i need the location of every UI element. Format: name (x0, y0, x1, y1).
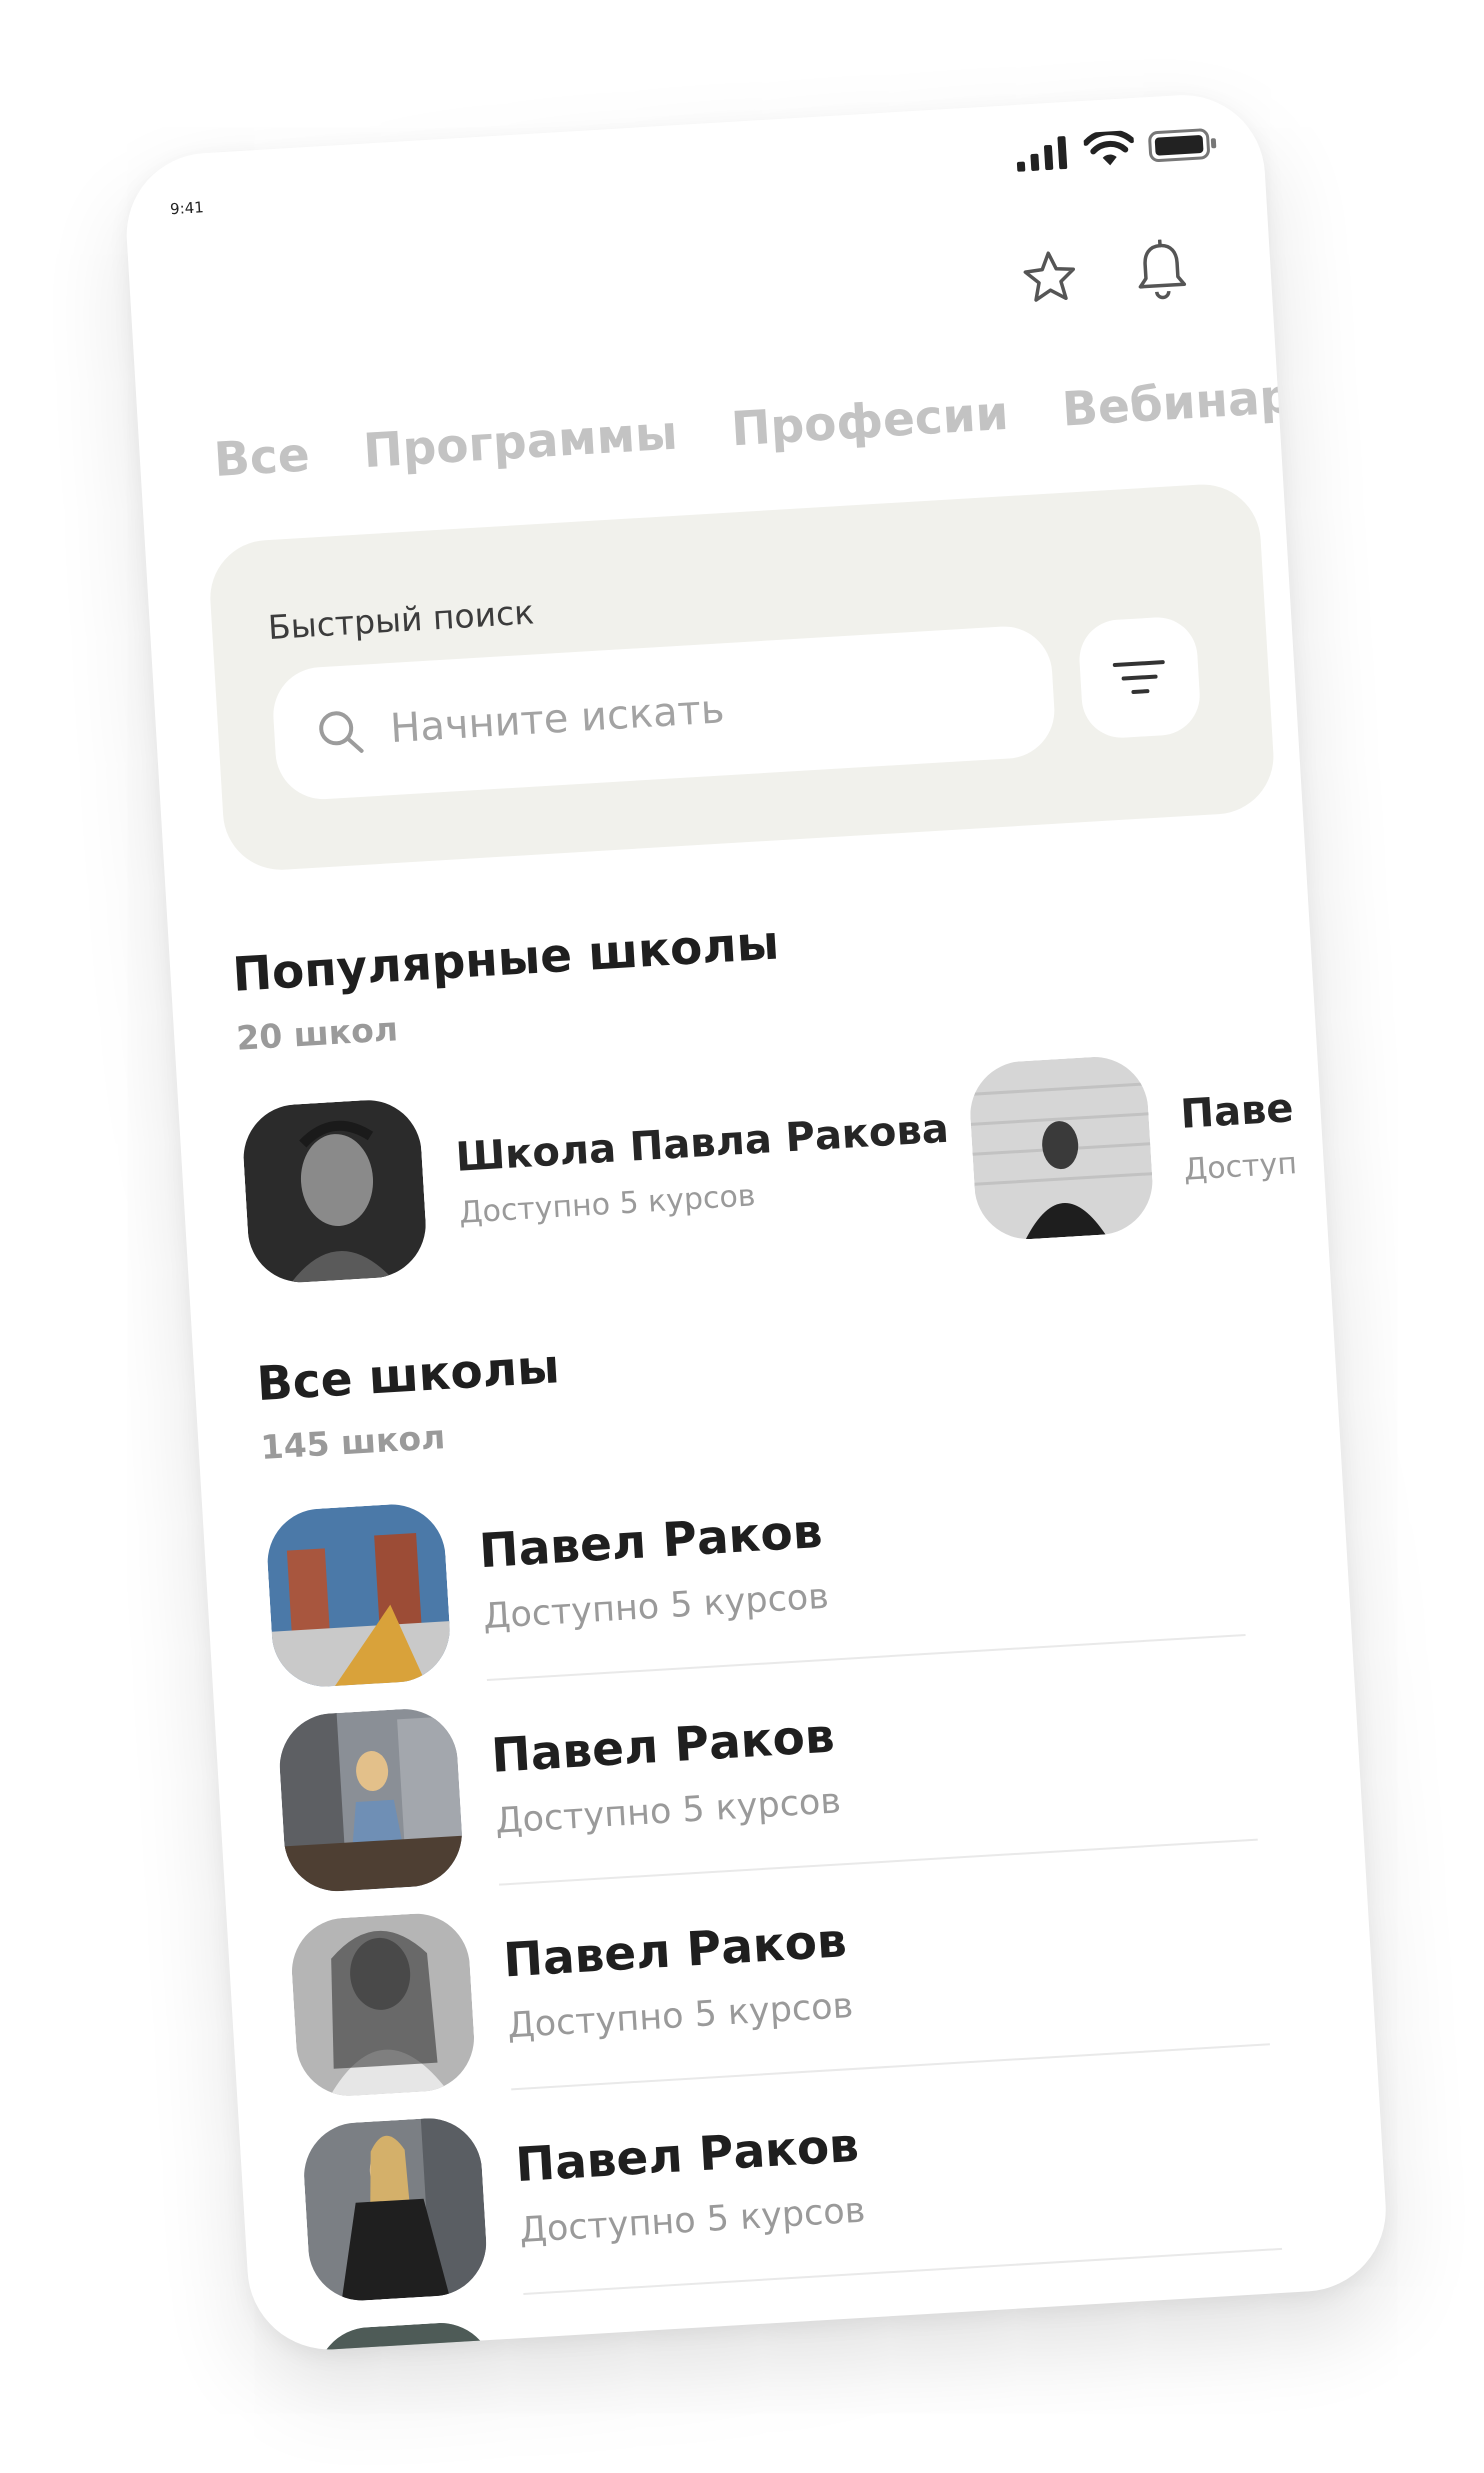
school-courses: Доступно 5 курсов (518, 2190, 867, 2252)
school-avatar[interactable] (288, 1910, 478, 2099)
tab-all[interactable]: Все (212, 427, 311, 488)
wifi-icon (1083, 129, 1135, 166)
school-photo (288, 1910, 478, 2099)
popular-schools-title: Популярные школы (231, 915, 781, 1003)
school-name[interactable]: Павел Раков (526, 2318, 872, 2355)
school-avatar[interactable] (276, 1706, 465, 1895)
filter-button[interactable] (1077, 615, 1202, 740)
tab-professions[interactable]: Професии (730, 386, 1010, 457)
all-schools-count: 145 школ (259, 1417, 447, 1468)
school-name[interactable]: Павел Раков (478, 1504, 824, 1579)
popular-school-avatar[interactable] (240, 1097, 429, 1286)
popular-school-courses: Доступно 5 курсов (458, 1178, 757, 1231)
popular-school-name[interactable]: Паве (1179, 1085, 1294, 1138)
school-courses: Доступно 5 курсов (506, 1985, 855, 2047)
portrait-photo (967, 1053, 1156, 1243)
school-avatar[interactable] (264, 1501, 453, 1690)
school-name[interactable]: Павел Раков (490, 1709, 836, 1784)
list-divider (486, 1633, 1246, 1682)
school-photo (301, 2115, 490, 2304)
favorites-button[interactable] (1019, 247, 1080, 308)
filter-icon (1112, 660, 1165, 694)
school-avatar[interactable] (313, 2319, 502, 2355)
list-divider (499, 1838, 1258, 1886)
battery-icon (1148, 128, 1217, 163)
portrait-photo (240, 1097, 429, 1286)
list-divider (523, 2247, 1283, 2295)
signal-icon (1016, 136, 1068, 172)
tab-programs[interactable]: Программы (362, 406, 679, 480)
school-name[interactable]: Павел Раков (514, 2118, 860, 2193)
school-avatar[interactable] (301, 2115, 490, 2304)
phone-screen: 9:41 Все Программы Професии Вебинары Быс… (122, 90, 1391, 2355)
all-schools-title: Все школы (255, 1339, 562, 1413)
notifications-button[interactable] (1131, 238, 1192, 301)
quick-search-panel: Быстрый поиск (207, 481, 1277, 874)
header-actions (1019, 238, 1192, 308)
bell-icon (1138, 238, 1187, 300)
popular-school-avatar[interactable] (967, 1053, 1156, 1243)
screen-canvas: 9:41 Все Программы Професии Вебинары Быс… (0, 0, 1484, 2473)
category-tabs: Все Программы Професии Вебинары (212, 366, 1337, 488)
school-photo (313, 2319, 502, 2355)
tab-webinars[interactable]: Вебинары (1061, 366, 1338, 437)
school-courses: Доступно 5 курсов (481, 1576, 830, 1638)
search-box[interactable] (270, 623, 1058, 802)
popular-schools-count: 20 школ (235, 1009, 399, 1058)
school-photo (264, 1501, 453, 1690)
school-name[interactable]: Павел Раков (502, 1913, 848, 1988)
status-icons (1013, 125, 1219, 173)
star-icon (1023, 251, 1076, 302)
quick-search-title: Быстрый поиск (266, 592, 536, 648)
search-input[interactable] (386, 667, 1033, 754)
school-photo (276, 1706, 465, 1895)
school-courses: Доступно 5 курсов (494, 1781, 843, 1842)
list-divider (511, 2043, 1270, 2091)
status-time: 9:41 (169, 198, 205, 219)
popular-school-courses: Доступ (1182, 1146, 1298, 1188)
search-icon (319, 711, 364, 753)
popular-school-name[interactable]: Школа Павла Ракова (455, 1106, 950, 1181)
